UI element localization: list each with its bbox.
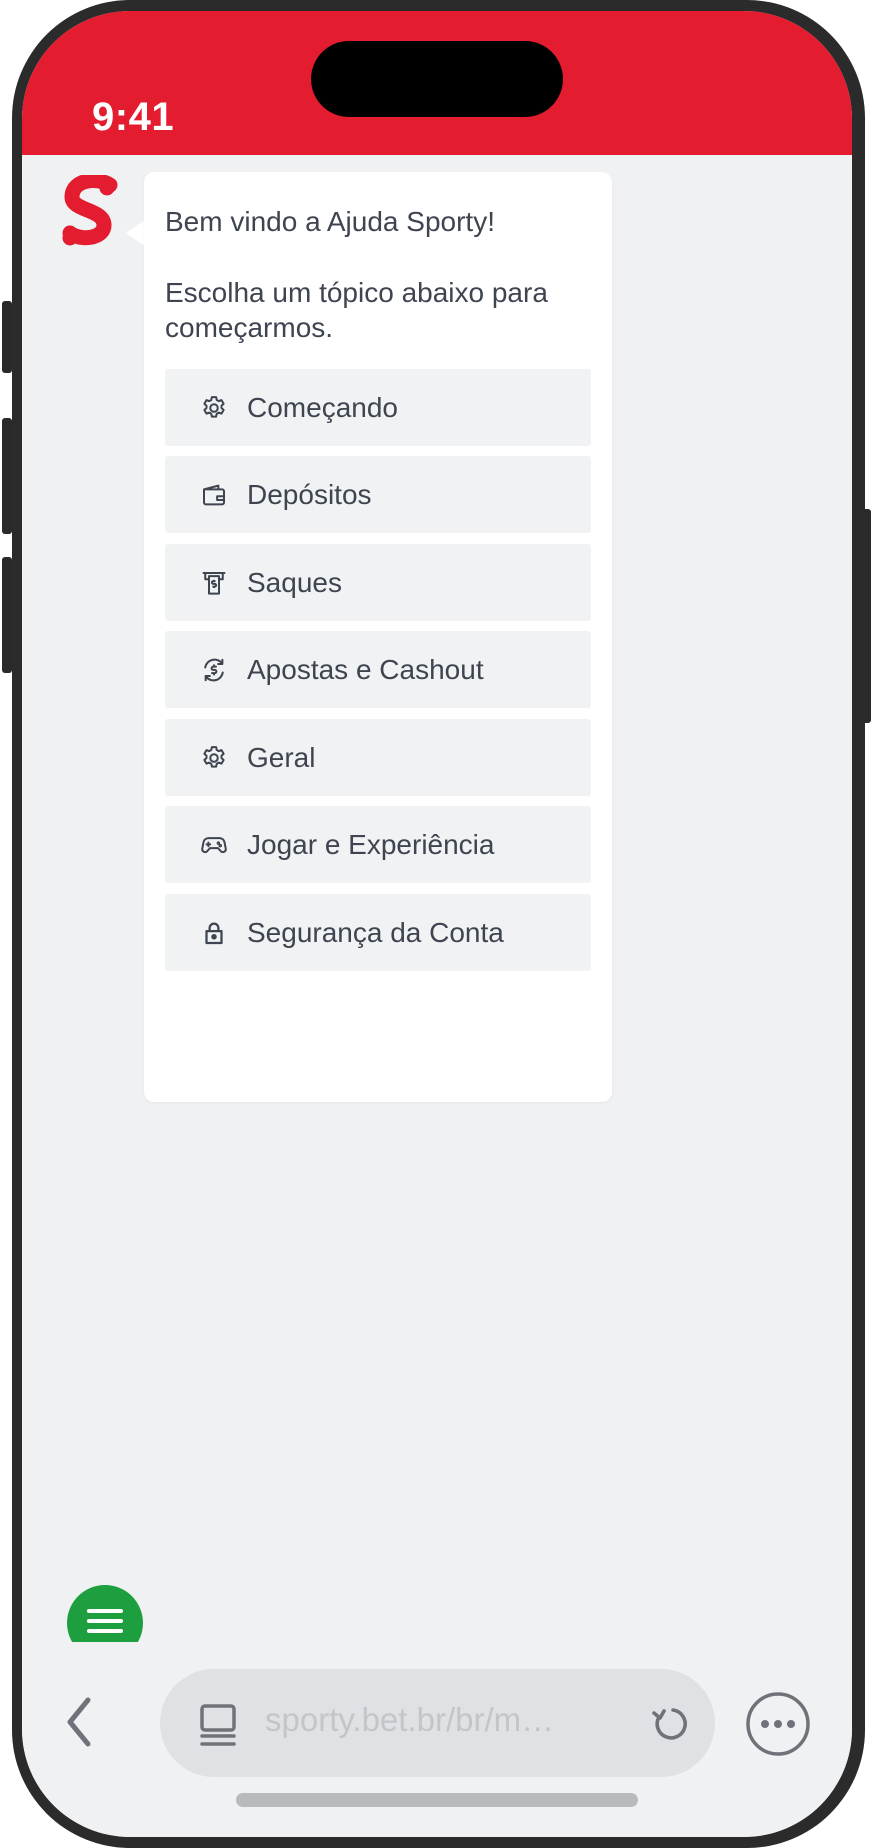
dynamic-island: [311, 41, 563, 117]
topic-button-seguranca-conta[interactable]: Segurança da Conta: [165, 894, 591, 971]
gamepad-icon: [199, 830, 229, 860]
home-indicator: [236, 1793, 638, 1807]
browser-toolbar: sporty.bet.br/br/m…: [22, 1642, 852, 1837]
topic-label: Depósitos: [247, 478, 372, 510]
gear-icon: [199, 743, 229, 773]
status-bar: 9:41: [22, 11, 852, 155]
topic-button-comecando[interactable]: Começando: [165, 369, 591, 446]
screen: 9:41 Bem vindo a Ajuda Sporty! Escolha u…: [22, 11, 852, 1837]
topic-label: Segurança da Conta: [247, 916, 504, 948]
chat-bubble-tail: [126, 219, 146, 247]
side-button-left-1: [2, 301, 12, 373]
wallet-icon: [199, 480, 229, 510]
chat-bubble: Bem vindo a Ajuda Sporty! Escolha um tóp…: [144, 172, 612, 1102]
reload-icon[interactable]: [651, 1705, 689, 1743]
more-button[interactable]: [745, 1691, 811, 1757]
topic-button-depositos[interactable]: Depósitos: [165, 456, 591, 533]
phone-frame: 9:41 Bem vindo a Ajuda Sporty! Escolha u…: [0, 0, 873, 1848]
topic-label: Saques: [247, 566, 342, 598]
topic-button-saques[interactable]: Saques: [165, 544, 591, 621]
tabs-icon[interactable]: [198, 1703, 238, 1747]
topic-label: Apostas e Cashout: [247, 653, 484, 685]
withdraw-cash-icon: [199, 568, 229, 598]
topic-button-geral[interactable]: Geral: [165, 719, 591, 796]
status-time: 9:41: [92, 95, 175, 139]
topic-label: Jogar e Experiência: [247, 828, 495, 860]
side-button-left-3: [2, 557, 12, 673]
topic-button-apostas-cashout[interactable]: Apostas e Cashout: [165, 631, 591, 708]
greeting-text: Bem vindo a Ajuda Sporty!: [165, 206, 495, 237]
gear-icon: [199, 393, 229, 423]
more-icon: [746, 1692, 810, 1756]
topic-label: Geral: [247, 741, 316, 773]
side-button-left-2: [2, 418, 12, 534]
prompt-text: Escolha um tópico abaixo para começarmos…: [165, 277, 548, 343]
address-bar[interactable]: sporty.bet.br/br/m…: [160, 1669, 715, 1777]
lock-icon: [199, 918, 229, 948]
chevron-left-icon: [67, 1697, 91, 1747]
sporty-logo-icon: [60, 173, 120, 249]
url-text: sporty.bet.br/br/m…: [265, 1701, 555, 1738]
back-button[interactable]: [60, 1694, 100, 1750]
topic-button-jogar-experiencia[interactable]: Jogar e Experiência: [165, 806, 591, 883]
currency-exchange-icon: [199, 655, 229, 685]
topic-label: Começando: [247, 391, 398, 423]
